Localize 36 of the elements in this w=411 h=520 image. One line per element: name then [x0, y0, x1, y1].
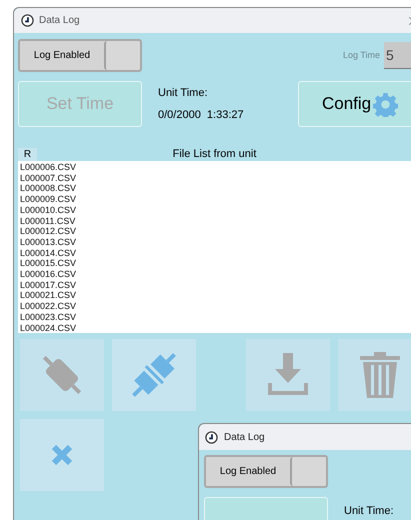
file-list-item[interactable]: L000024.CSV — [20, 322, 411, 334]
cancel-button[interactable] — [20, 419, 104, 491]
file-list-item[interactable]: L000010.CSV — [20, 204, 411, 216]
log-time-label: Log Time — [342, 48, 380, 62]
window-title: Data Log — [39, 14, 80, 28]
file-list-item[interactable]: L000022.CSV — [20, 301, 411, 312]
file-list-item[interactable]: L000016.CSV — [20, 269, 411, 280]
file-list-item[interactable]: L000009.CSV — [20, 194, 411, 205]
window-title: Data Log — [224, 430, 265, 444]
file-list-item[interactable]: L000008.CSV — [20, 183, 411, 194]
refresh-button[interactable]: R — [18, 148, 37, 161]
download-icon — [268, 353, 308, 397]
log-enabled-toggle[interactable]: Log Enabled — [18, 39, 142, 72]
file-list-item[interactable]: L000011.CSV — [20, 216, 411, 226]
app-icon — [21, 14, 34, 27]
unit-time-label: Unit Time: — [158, 86, 209, 100]
file-list-item[interactable]: L000013.CSV — [20, 236, 411, 248]
unit-time-label: Unit Time: — [344, 504, 394, 519]
unit-time-value: 0/0/2000 1:33:27 — [158, 108, 244, 123]
connect-button[interactable] — [112, 339, 196, 411]
file-list-item[interactable]: L000012.CSV — [20, 226, 411, 237]
close-icon — [51, 444, 73, 466]
file-list-item[interactable]: L000023.CSV — [20, 312, 411, 323]
file-list-item[interactable]: L000007.CSV — [20, 172, 411, 184]
app-icon — [205, 430, 218, 444]
log-enabled-toggle[interactable]: Log Enabled — [204, 455, 328, 488]
file-list-item[interactable]: L000017.CSV — [20, 280, 411, 290]
gear-icon — [373, 92, 398, 116]
file-list-title: File List from unit — [172, 147, 258, 162]
trash-icon — [360, 352, 400, 398]
set-time-button[interactable] — [204, 497, 328, 520]
file-list-item[interactable]: L000021.CSV — [20, 290, 411, 302]
file-list-item[interactable]: L000006.CSV — [20, 162, 411, 173]
file-list-item[interactable]: L000015.CSV — [20, 258, 411, 270]
config-button[interactable]: Config — [298, 81, 411, 127]
file-list-item[interactable]: L000014.CSV — [20, 248, 411, 258]
